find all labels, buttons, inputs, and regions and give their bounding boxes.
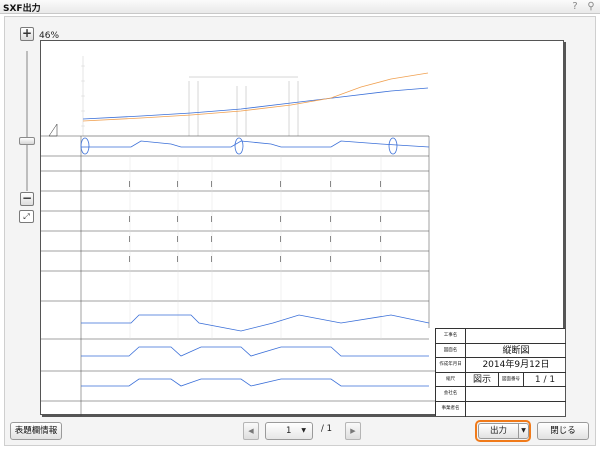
pin-icon[interactable]: ⚲ — [586, 1, 596, 13]
fit-to-window-icon[interactable]: ⤢ — [19, 210, 34, 223]
title-block-value — [468, 329, 564, 343]
title-block-row-date: 作成年月日 2014年9月12日 — [436, 358, 566, 373]
page-total: / 1 — [321, 424, 332, 434]
dialog-footer: 表題欄情報 ◀ 1 ▼ / 1 ▶ 出力 ▼ 閉じる — [5, 417, 597, 447]
output-dropdown-button[interactable]: ▼ — [518, 423, 529, 439]
title-block: 工事名 図面名 縦断図 作成年月日 2014年9月12日 縮尺 図示 図面番号 … — [435, 328, 566, 417]
titlebar-icons: ? ⚲ — [570, 0, 596, 14]
preview-window: + − ⤢ 46% 工事名 図面名 縦断図 作成年月日 2014年9月12日 縮… — [4, 16, 596, 446]
title-block-row-client: 事業者名 — [436, 402, 566, 417]
drawing-sheet[interactable]: 工事名 図面名 縦断図 作成年月日 2014年9月12日 縮尺 図示 図面番号 … — [40, 40, 566, 417]
title-block-sheet-number: 1 / 1 — [534, 374, 556, 385]
preview-paper: 工事名 図面名 縦断図 作成年月日 2014年9月12日 縮尺 図示 図面番号 … — [40, 40, 600, 425]
design-line — [82, 72, 429, 122]
title-block-value — [468, 402, 564, 417]
next-page-button[interactable]: ▶ — [345, 422, 361, 440]
title-bar: SXF出力 ? ⚲ — [0, 0, 600, 14]
ground-line — [82, 87, 429, 120]
output-button-highlight: 出力 ▼ — [475, 420, 531, 442]
title-block-key: 事業者名 — [436, 402, 466, 417]
zoom-control: + − ⤢ — [17, 27, 39, 237]
title-block-key: 図面番号 — [498, 372, 524, 387]
zoom-out-button[interactable]: − — [20, 192, 34, 206]
previous-page-button[interactable]: ◀ — [243, 422, 259, 440]
zoom-in-button[interactable]: + — [20, 27, 34, 41]
title-block-row-drawing-name: 図面名 縦断図 — [436, 343, 566, 359]
title-block-value: 縦断図 — [502, 345, 530, 356]
title-block-key: 工事名 — [436, 329, 466, 343]
title-block-row-project: 工事名 — [436, 329, 566, 344]
output-button[interactable]: 出力 — [478, 423, 518, 439]
title-block-info-button[interactable]: 表題欄情報 — [10, 422, 62, 440]
help-icon[interactable]: ? — [570, 1, 580, 13]
title-block-row-company: 会社名 — [436, 387, 566, 402]
page-select[interactable]: 1 ▼ — [265, 422, 313, 440]
zoom-slider-track[interactable] — [26, 51, 28, 191]
zoom-slider-thumb[interactable] — [19, 137, 35, 145]
window-title: SXF出力 — [3, 4, 41, 14]
title-block-scale-value: 図示 — [472, 374, 491, 385]
title-block-key: 会社名 — [436, 387, 466, 401]
title-block-value — [468, 387, 564, 401]
title-block-row-scale: 縮尺 図示 図面番号 1 / 1 — [436, 372, 566, 388]
title-block-value: 2014年9月12日 — [482, 360, 550, 371]
close-button[interactable]: 閉じる — [537, 422, 589, 440]
title-block-key: 作成年月日 — [436, 358, 466, 372]
page-select-value: 1 — [286, 426, 292, 436]
title-block-key: 図面名 — [436, 343, 466, 358]
title-block-key: 縮尺 — [436, 372, 466, 387]
chevron-down-icon: ▼ — [301, 427, 306, 434]
